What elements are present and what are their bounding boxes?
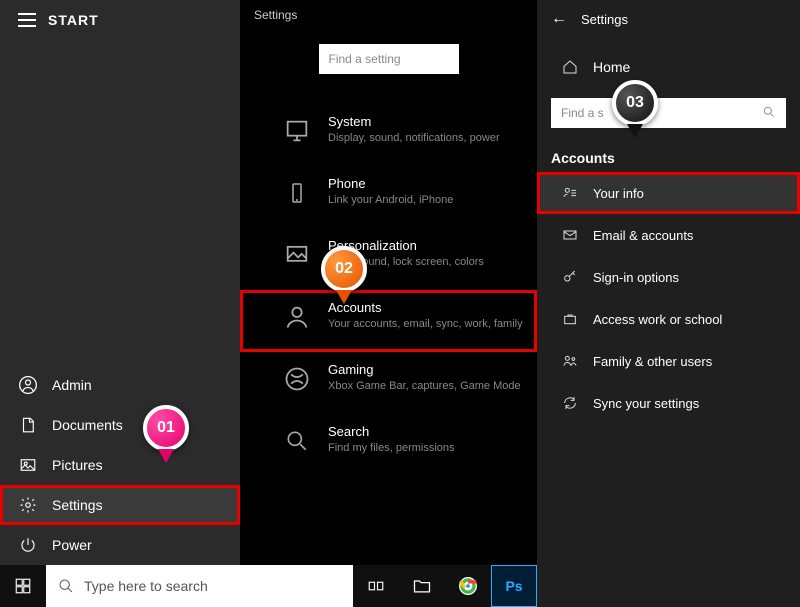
system-icon <box>280 114 314 148</box>
taskbar-search[interactable]: Type here to search <box>46 565 353 607</box>
section-heading-accounts: Accounts <box>537 140 800 172</box>
category-gaming[interactable]: Gaming Xbox Game Bar, captures, Game Mod… <box>240 352 537 414</box>
accounts-search[interactable]: Find a s <box>551 98 786 128</box>
email-icon <box>561 226 579 244</box>
phone-icon <box>280 176 314 210</box>
start-item-settings[interactable]: Settings <box>0 485 240 525</box>
key-icon <box>561 268 579 286</box>
settings-header-title: Settings <box>240 0 537 30</box>
category-search[interactable]: Search Find my files, permissions <box>240 414 537 476</box>
start-item-power[interactable]: Power <box>0 525 240 565</box>
home-icon <box>561 58 579 76</box>
power-icon <box>18 535 38 555</box>
settings-search[interactable]: Find a setting <box>319 44 459 74</box>
nav-label: Sync your settings <box>593 396 699 411</box>
family-icon <box>561 352 579 370</box>
personalization-icon <box>280 238 314 272</box>
start-item-label: Pictures <box>52 457 103 473</box>
nav-your-info[interactable]: Your info <box>537 172 800 214</box>
nav-label: Email & accounts <box>593 228 693 243</box>
nav-access-work-school[interactable]: Access work or school <box>537 298 800 340</box>
start-item-label: Documents <box>52 417 123 433</box>
category-text: Phone Link your Android, iPhone <box>328 176 453 210</box>
back-icon[interactable]: ← <box>551 10 567 28</box>
settings-panel: Settings Find a setting System Display, … <box>240 0 537 565</box>
nav-email-accounts[interactable]: Email & accounts <box>537 214 800 256</box>
nav-family-users[interactable]: Family & other users <box>537 340 800 382</box>
accounts-header: ← Settings <box>537 0 800 38</box>
start-item-label: Power <box>52 537 92 553</box>
settings-search-placeholder: Find a setting <box>329 52 401 66</box>
briefcase-icon <box>561 310 579 328</box>
category-text: Accounts Your accounts, email, sync, wor… <box>328 300 523 334</box>
category-text: Search Find my files, permissions <box>328 424 455 458</box>
category-phone[interactable]: Phone Link your Android, iPhone <box>240 166 537 228</box>
hamburger-icon[interactable] <box>18 13 36 27</box>
search-icon <box>280 424 314 458</box>
document-icon <box>18 415 38 435</box>
accounts-panel: ← Settings Home Find a s Accounts Your i… <box>537 0 800 607</box>
sync-icon <box>561 394 579 412</box>
taskbar-search-placeholder: Type here to search <box>84 578 208 594</box>
start-item-admin[interactable]: Admin <box>0 365 240 405</box>
photoshop-icon[interactable]: Ps <box>491 565 537 607</box>
picture-icon <box>18 455 38 475</box>
category-system[interactable]: System Display, sound, notifications, po… <box>240 104 537 166</box>
accounts-icon <box>280 300 314 334</box>
your-info-icon <box>561 184 579 202</box>
category-personalization[interactable]: Personalization Background, lock screen,… <box>240 228 537 290</box>
home-link[interactable]: Home <box>537 48 800 86</box>
gear-icon <box>18 495 38 515</box>
taskbar: Type here to search Ps <box>0 565 537 607</box>
nav-label: Your info <box>593 186 644 201</box>
start-title: START <box>48 12 99 28</box>
nav-label: Access work or school <box>593 312 722 327</box>
start-item-pictures[interactable]: Pictures <box>0 445 240 485</box>
nav-label: Sign-in options <box>593 270 679 285</box>
nav-signin-options[interactable]: Sign-in options <box>537 256 800 298</box>
category-text: Personalization Background, lock screen,… <box>328 238 484 272</box>
category-text: System Display, sound, notifications, po… <box>328 114 500 148</box>
start-item-label: Admin <box>52 377 92 393</box>
nav-sync-settings[interactable]: Sync your settings <box>537 382 800 424</box>
category-text: Gaming Xbox Game Bar, captures, Game Mod… <box>328 362 521 396</box>
start-header: START <box>0 0 240 40</box>
nav-label: Family & other users <box>593 354 712 369</box>
start-item-label: Settings <box>52 497 103 513</box>
file-explorer-icon[interactable] <box>399 565 445 607</box>
category-accounts[interactable]: Accounts Your accounts, email, sync, wor… <box>240 290 537 352</box>
start-item-documents[interactable]: Documents <box>0 405 240 445</box>
home-label: Home <box>593 59 630 75</box>
search-icon <box>762 105 776 122</box>
start-menu-panel: START Admin Documents Pictures Settings … <box>0 0 240 607</box>
start-button[interactable] <box>0 565 46 607</box>
user-icon <box>18 375 38 395</box>
accounts-search-placeholder: Find a s <box>561 106 604 120</box>
start-items-list: Admin Documents Pictures Settings Power <box>0 365 240 565</box>
gaming-icon <box>280 362 314 396</box>
task-view-icon[interactable] <box>353 565 399 607</box>
chrome-icon[interactable] <box>445 565 491 607</box>
taskbar-icons: Ps <box>353 565 537 607</box>
accounts-header-title: Settings <box>581 12 628 27</box>
